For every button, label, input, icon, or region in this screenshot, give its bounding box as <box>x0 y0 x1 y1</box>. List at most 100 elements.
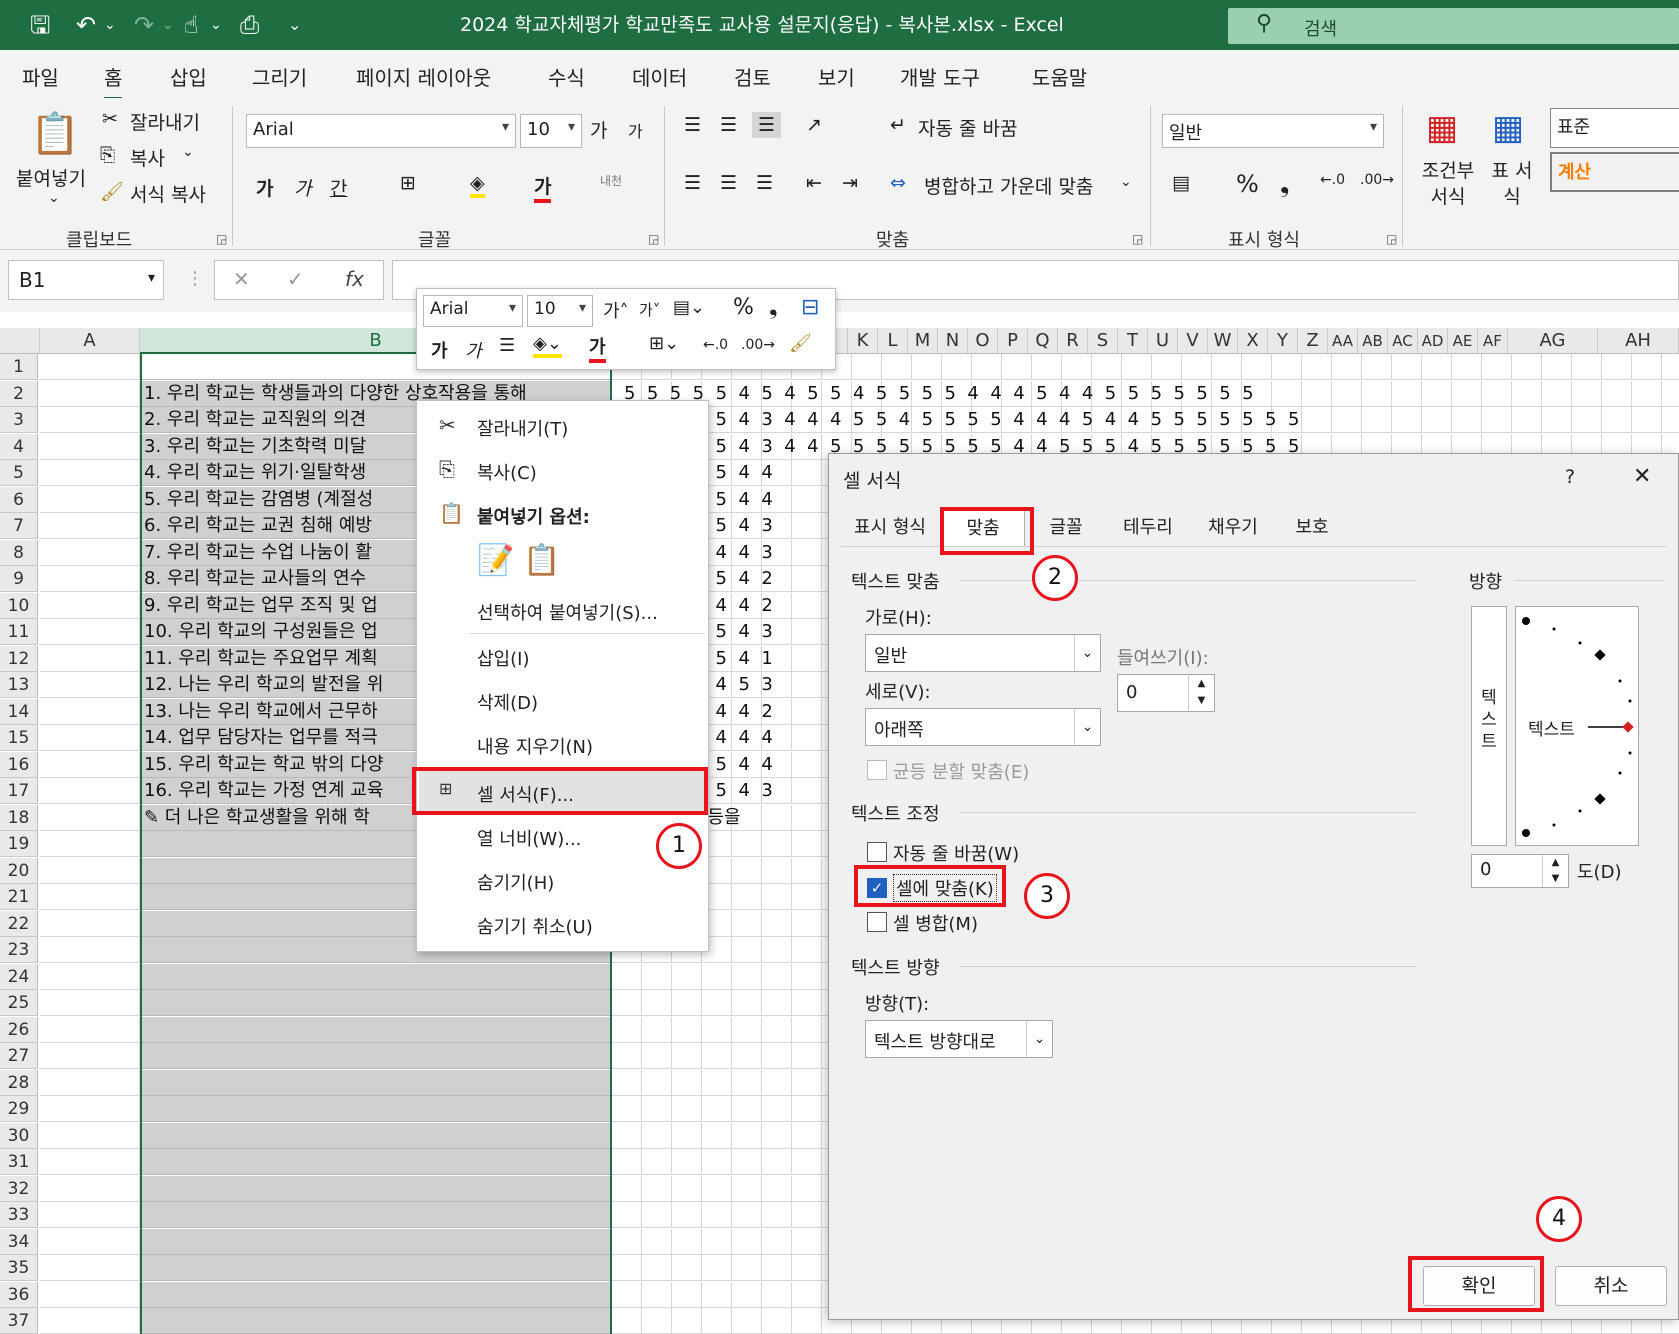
cell-a[interactable] <box>40 1043 140 1069</box>
cell-a[interactable] <box>40 619 140 645</box>
row-header[interactable]: 35 <box>0 1255 38 1281</box>
tab-view[interactable]: 보기 <box>818 62 855 91</box>
undo-icon[interactable]: ↶ <box>76 8 96 42</box>
mini-accounting-icon[interactable]: ▤⌄ <box>673 297 705 318</box>
conditional-format-icon[interactable]: ▦ <box>1426 108 1458 148</box>
row-header[interactable]: 37 <box>0 1308 38 1334</box>
row-header[interactable]: 23 <box>0 937 38 963</box>
column-header[interactable]: O <box>968 328 998 354</box>
tab-home[interactable]: 홈 <box>104 62 123 100</box>
mini-font-color-icon[interactable]: 가 <box>589 333 606 363</box>
cell-a[interactable] <box>40 380 140 407</box>
row-header[interactable]: 33 <box>0 1202 38 1228</box>
cell-a[interactable] <box>40 751 140 778</box>
menu-item-column-width[interactable]: 열 너비(W)... <box>477 825 581 851</box>
wrap-text-icon[interactable]: ↵ <box>890 114 906 136</box>
mini-size-combo[interactable]: 10 ▾ <box>527 295 593 327</box>
font-launcher-icon[interactable]: ◲ <box>648 232 659 246</box>
row-header[interactable]: 8 <box>0 539 38 566</box>
mini-comma-icon[interactable]: ❟ <box>769 295 778 320</box>
cancel-button[interactable]: 취소 <box>1555 1266 1667 1306</box>
row-header[interactable]: 15 <box>0 725 38 751</box>
customize-qat-icon[interactable]: ⌄ <box>288 8 301 42</box>
mini-format-painter-icon[interactable]: 🖌 <box>789 333 812 354</box>
column-header[interactable]: V <box>1178 328 1208 354</box>
merge-center-button[interactable]: 병합하고 가운데 맞춤 <box>924 172 1093 199</box>
row-header[interactable]: 19 <box>0 831 38 857</box>
cell-a[interactable] <box>40 698 140 725</box>
mini-align-icon[interactable]: ☰ <box>499 335 515 356</box>
tab-page-layout[interactable]: 페이지 레이아웃 <box>356 62 491 91</box>
tab-data[interactable]: 데이터 <box>632 62 687 91</box>
font-size-combo[interactable]: 10 ▾ <box>520 114 582 148</box>
cell-a[interactable] <box>40 1122 140 1149</box>
conditional-format-button[interactable]: 조건부 서식 <box>1420 158 1476 210</box>
vertical-text-button[interactable]: 텍 스 트 <box>1471 606 1507 846</box>
column-header-ah[interactable]: AH <box>1598 328 1679 354</box>
cell-a[interactable] <box>40 1281 140 1308</box>
indent-spinner[interactable]: 0 ▲ ▼ <box>1117 674 1215 712</box>
cell-a[interactable] <box>40 645 140 672</box>
cell-a[interactable] <box>40 566 140 592</box>
row-header[interactable]: 25 <box>0 990 38 1016</box>
underline-button[interactable]: 간 <box>330 174 347 201</box>
column-header[interactable]: X <box>1238 328 1268 354</box>
column-header[interactable]: W <box>1208 328 1238 354</box>
column-header[interactable]: Y <box>1268 328 1298 354</box>
cell-a[interactable] <box>40 778 140 804</box>
degrees-spinner[interactable]: 0 ▲ ▼ <box>1471 854 1569 888</box>
mini-italic-icon[interactable]: 가 <box>465 337 482 363</box>
row-header[interactable]: 24 <box>0 963 38 990</box>
column-header[interactable]: L <box>878 328 908 354</box>
cell-row-values[interactable]: 5 5 5 5 5 4 5 4 5 5 4 5 5 5 5 4 4 4 5 4 … <box>612 380 1679 407</box>
format-painter-button[interactable]: 서식 복사 <box>130 180 206 207</box>
cell-row-values[interactable]: 5 5 4 3 4 4 4 5 5 4 5 5 5 5 4 4 4 5 4 4 … <box>612 407 1679 433</box>
row-header[interactable]: 20 <box>0 857 38 884</box>
format-table-icon[interactable]: ▦ <box>1492 108 1524 148</box>
menu-item-insert[interactable]: 삽입(I) <box>477 645 529 671</box>
number-format-combo[interactable]: 일반 ▾ <box>1162 114 1384 148</box>
row-header[interactable]: 14 <box>0 698 38 725</box>
cell-a[interactable] <box>40 937 140 963</box>
cell-a[interactable] <box>40 1202 140 1228</box>
column-header[interactable]: AC <box>1388 328 1418 354</box>
mini-fill-color-icon[interactable]: ◈⌄ <box>533 333 562 358</box>
dialog-tab-border[interactable]: 테두리 <box>1105 510 1191 546</box>
mini-percent-icon[interactable]: % <box>733 295 754 320</box>
cell-a[interactable] <box>40 407 140 433</box>
comma-style-icon[interactable]: ❟ <box>1280 170 1289 198</box>
align-right-icon[interactable]: ☰ <box>756 172 773 194</box>
increase-decimal-icon[interactable]: ←.0 <box>1320 172 1345 188</box>
touch-mode-icon[interactable]: ☝ <box>184 8 199 42</box>
cell-a[interactable] <box>40 1255 140 1281</box>
row-header[interactable]: 4 <box>0 433 38 460</box>
mini-font-combo[interactable]: Arial ▾ <box>423 295 523 327</box>
camera-icon[interactable]: ⎙ <box>240 8 259 42</box>
column-header[interactable]: AA <box>1328 328 1358 354</box>
cell-a[interactable] <box>40 460 140 486</box>
menu-item-cut[interactable]: 잘라내기(T) <box>477 415 568 441</box>
percent-icon[interactable]: % <box>1236 170 1259 198</box>
row-header[interactable]: 30 <box>0 1122 38 1149</box>
wrap-text-label[interactable]: 자동 줄 바꿈(W) <box>893 840 1019 866</box>
cell-a[interactable] <box>40 884 140 910</box>
paste-format-icon[interactable]: 📝 <box>477 543 514 578</box>
font-color-button[interactable]: 가 <box>534 172 552 203</box>
decrease-decimal-icon[interactable]: .00→ <box>1360 172 1394 188</box>
cell-a[interactable] <box>40 513 140 539</box>
cell-a[interactable] <box>40 910 140 937</box>
cell-a[interactable] <box>40 804 140 831</box>
help-button[interactable]: ? <box>1565 466 1575 488</box>
phonetic-button[interactable]: 내천 <box>600 172 622 189</box>
bold-button[interactable]: 가 <box>256 174 273 201</box>
cut-icon[interactable]: ✂ <box>102 108 118 130</box>
row-header[interactable]: 11 <box>0 619 38 645</box>
format-painter-icon[interactable]: 🖌 <box>100 180 124 203</box>
column-header[interactable]: AB <box>1358 328 1388 354</box>
row-header[interactable]: 32 <box>0 1175 38 1202</box>
mini-increase-decimal-icon[interactable]: ←.0 <box>703 337 728 353</box>
row-header[interactable]: 31 <box>0 1149 38 1175</box>
row-header[interactable]: 34 <box>0 1228 38 1255</box>
row-header[interactable]: 16 <box>0 751 38 778</box>
column-header[interactable]: U <box>1148 328 1178 354</box>
